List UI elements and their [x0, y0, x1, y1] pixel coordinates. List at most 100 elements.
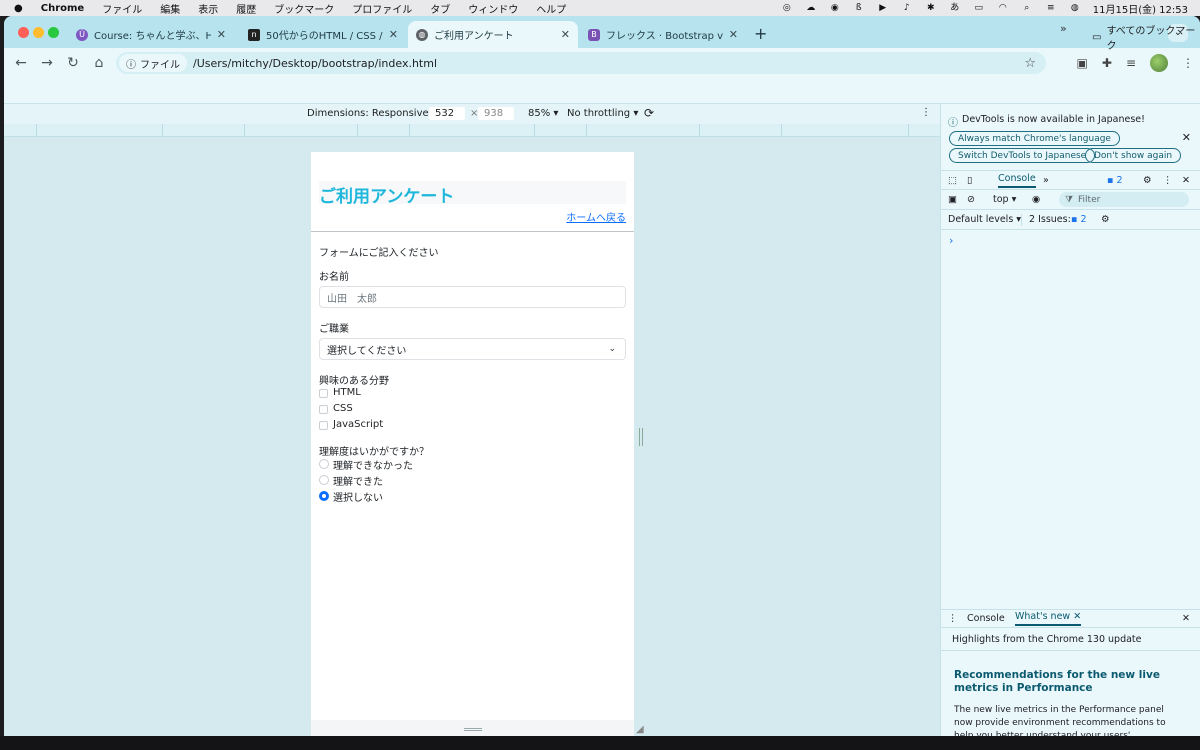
context-selector[interactable]: top ▾: [993, 194, 1016, 205]
close-drawer-icon[interactable]: ✕: [1182, 613, 1190, 624]
media-controls-icon[interactable]: ≡: [1126, 56, 1136, 70]
zoom-window-button[interactable]: [48, 27, 59, 38]
console-prompt[interactable]: ›: [949, 234, 953, 247]
menu-history[interactable]: 履歴: [236, 1, 256, 16]
battery-icon[interactable]: ▭: [973, 3, 985, 13]
log-levels-dropdown[interactable]: Default levels ▾: [948, 214, 1021, 225]
issues-count-icon[interactable]: ▪ 2: [1071, 214, 1087, 225]
checkbox-html[interactable]: [319, 389, 328, 398]
siri-icon[interactable]: ◍: [1069, 3, 1081, 13]
ime-indicator[interactable]: あ: [949, 3, 961, 13]
new-tab-button[interactable]: +: [754, 24, 767, 43]
minimize-window-button[interactable]: [33, 27, 44, 38]
search-icon[interactable]: ⌕: [1021, 3, 1033, 13]
menu-app-name[interactable]: Chrome: [41, 3, 84, 14]
console-settings-icon[interactable]: ⚙: [1101, 214, 1110, 225]
checkbox-css-label[interactable]: CSS: [333, 403, 353, 414]
issues-badge-icon[interactable]: ▪ 2: [1107, 175, 1123, 186]
radio-not-understood[interactable]: [319, 459, 329, 469]
menu-window[interactable]: ウィンドウ: [468, 1, 518, 16]
zoom-dropdown[interactable]: 85% ▾: [528, 108, 558, 119]
apple-icon[interactable]: ●: [14, 3, 23, 14]
close-icon[interactable]: ✕: [1182, 131, 1191, 144]
radio-understood-label[interactable]: 理解できた: [333, 473, 383, 488]
devtools-more-icon[interactable]: ⋮: [1163, 175, 1173, 186]
match-language-button[interactable]: Always match Chrome's language: [949, 131, 1120, 146]
device-toggle-icon[interactable]: ▯: [967, 175, 972, 186]
checkbox-html-label[interactable]: HTML: [333, 387, 361, 398]
menu-help[interactable]: ヘルプ: [536, 1, 566, 16]
profile-avatar[interactable]: [1150, 54, 1168, 72]
home-button[interactable]: ⌂: [86, 55, 112, 71]
switch-japanese-button[interactable]: Switch DevTools to Japanese: [949, 148, 1096, 163]
close-icon[interactable]: ✕: [389, 28, 398, 41]
side-grip-icon[interactable]: [639, 428, 643, 446]
cloud-icon[interactable]: ☁: [805, 3, 817, 13]
name-input[interactable]: 山田 太郎: [319, 286, 626, 308]
clock[interactable]: 11月15日(金) 12:53: [1093, 1, 1188, 16]
checkbox-css[interactable]: [319, 405, 328, 414]
menu-profile[interactable]: プロファイル: [352, 1, 412, 16]
extension-icon[interactable]: ▣: [1077, 56, 1088, 70]
chrome-menu-icon[interactable]: ⋮: [1182, 56, 1194, 70]
live-expression-eye-icon[interactable]: ◉: [1032, 194, 1040, 205]
all-bookmarks-folder[interactable]: ▭ すべてのブックマーク: [1092, 22, 1200, 52]
radio-no-selection-label[interactable]: 選択しない: [333, 489, 383, 504]
url-text[interactable]: /Users/mitchy/Desktop/bootstrap/index.ht…: [193, 57, 437, 70]
corner-resize-icon[interactable]: ◢: [636, 724, 644, 735]
height-input[interactable]: 938: [478, 107, 514, 120]
close-devtools-icon[interactable]: ✕: [1182, 175, 1190, 186]
rotate-icon[interactable]: ⟳: [644, 106, 654, 120]
more-tabs-icon[interactable]: »: [1043, 175, 1049, 186]
dimensions-dropdown[interactable]: Dimensions: Responsive ▾: [307, 108, 437, 119]
site-info-chip[interactable]: ⓘ ファイル: [119, 54, 187, 72]
home-link[interactable]: ホームへ戻る: [566, 209, 626, 224]
tab-course[interactable]: Ü Course: ちゃんと学ぶ、HTML/ ✕: [68, 21, 234, 48]
volume-icon[interactable]: ♪: [901, 3, 913, 13]
job-select[interactable]: 選択してください ⌄: [319, 338, 626, 360]
throttle-dropdown[interactable]: No throttling ▾: [567, 108, 638, 119]
status-app-icon[interactable]: ◉: [829, 3, 841, 13]
radio-no-selection[interactable]: [319, 491, 329, 501]
menu-tab[interactable]: タブ: [430, 1, 450, 16]
close-icon[interactable]: ✕: [217, 28, 226, 41]
menu-edit[interactable]: 編集: [160, 1, 180, 16]
address-bar[interactable]: ⓘ ファイル /Users/mitchy/Desktop/bootstrap/i…: [116, 52, 1046, 74]
drawer-tab-console[interactable]: Console: [967, 613, 1005, 624]
close-window-button[interactable]: [18, 27, 29, 38]
b-app-icon[interactable]: ß: [853, 3, 865, 13]
news-title-link[interactable]: Recommendations for the new live metrics…: [954, 669, 1179, 695]
drawer-tab-whats-new[interactable]: What's new ✕: [1015, 611, 1082, 626]
width-input[interactable]: 532: [429, 107, 465, 120]
menu-bookmarks[interactable]: ブックマーク: [274, 1, 334, 16]
sidebar-toggle-icon[interactable]: ▣: [948, 194, 957, 205]
drawer-menu-icon[interactable]: ⋮: [948, 613, 958, 624]
wifi-icon[interactable]: ◠: [997, 3, 1009, 13]
tab-50dai[interactable]: n 50代からのHTML / CSS / Java ✕: [240, 21, 406, 48]
close-icon[interactable]: ✕: [561, 28, 570, 41]
device-more-icon[interactable]: ⋮: [921, 107, 931, 118]
play-icon[interactable]: ▶: [877, 3, 889, 13]
checkbox-javascript[interactable]: [319, 421, 328, 430]
back-button[interactable]: ←: [8, 55, 34, 71]
tab-console[interactable]: Console: [998, 173, 1036, 188]
inspect-element-icon[interactable]: ⬚: [948, 175, 957, 186]
creative-cloud-icon[interactable]: ◎: [781, 3, 793, 13]
extensions-puzzle-icon[interactable]: ✚: [1102, 56, 1112, 70]
tab-survey-active[interactable]: ◍ ご利用アンケート ✕: [408, 21, 578, 48]
settings-gear-icon[interactable]: ⚙: [1143, 175, 1152, 186]
close-icon[interactable]: ✕: [729, 28, 738, 41]
forward-button[interactable]: →: [34, 55, 60, 71]
bluetooth-icon[interactable]: ✱: [925, 3, 937, 13]
console-filter-input[interactable]: ⧩ Filter: [1059, 192, 1189, 207]
bookmark-star-icon[interactable]: ☆: [1024, 56, 1036, 71]
control-center-icon[interactable]: ≡: [1045, 3, 1057, 13]
reload-button[interactable]: ↻: [60, 55, 86, 71]
bottom-grip-icon[interactable]: [464, 728, 482, 731]
bookmarks-overflow-icon[interactable]: »: [1060, 22, 1067, 35]
issues-label[interactable]: 2 Issues:: [1029, 214, 1071, 225]
radio-not-understood-label[interactable]: 理解できなかった: [333, 457, 413, 472]
menu-file[interactable]: ファイル: [102, 1, 142, 16]
radio-understood[interactable]: [319, 475, 329, 485]
tab-bootstrap[interactable]: B フレックス · Bootstrap v5.3 ✕: [580, 21, 746, 48]
